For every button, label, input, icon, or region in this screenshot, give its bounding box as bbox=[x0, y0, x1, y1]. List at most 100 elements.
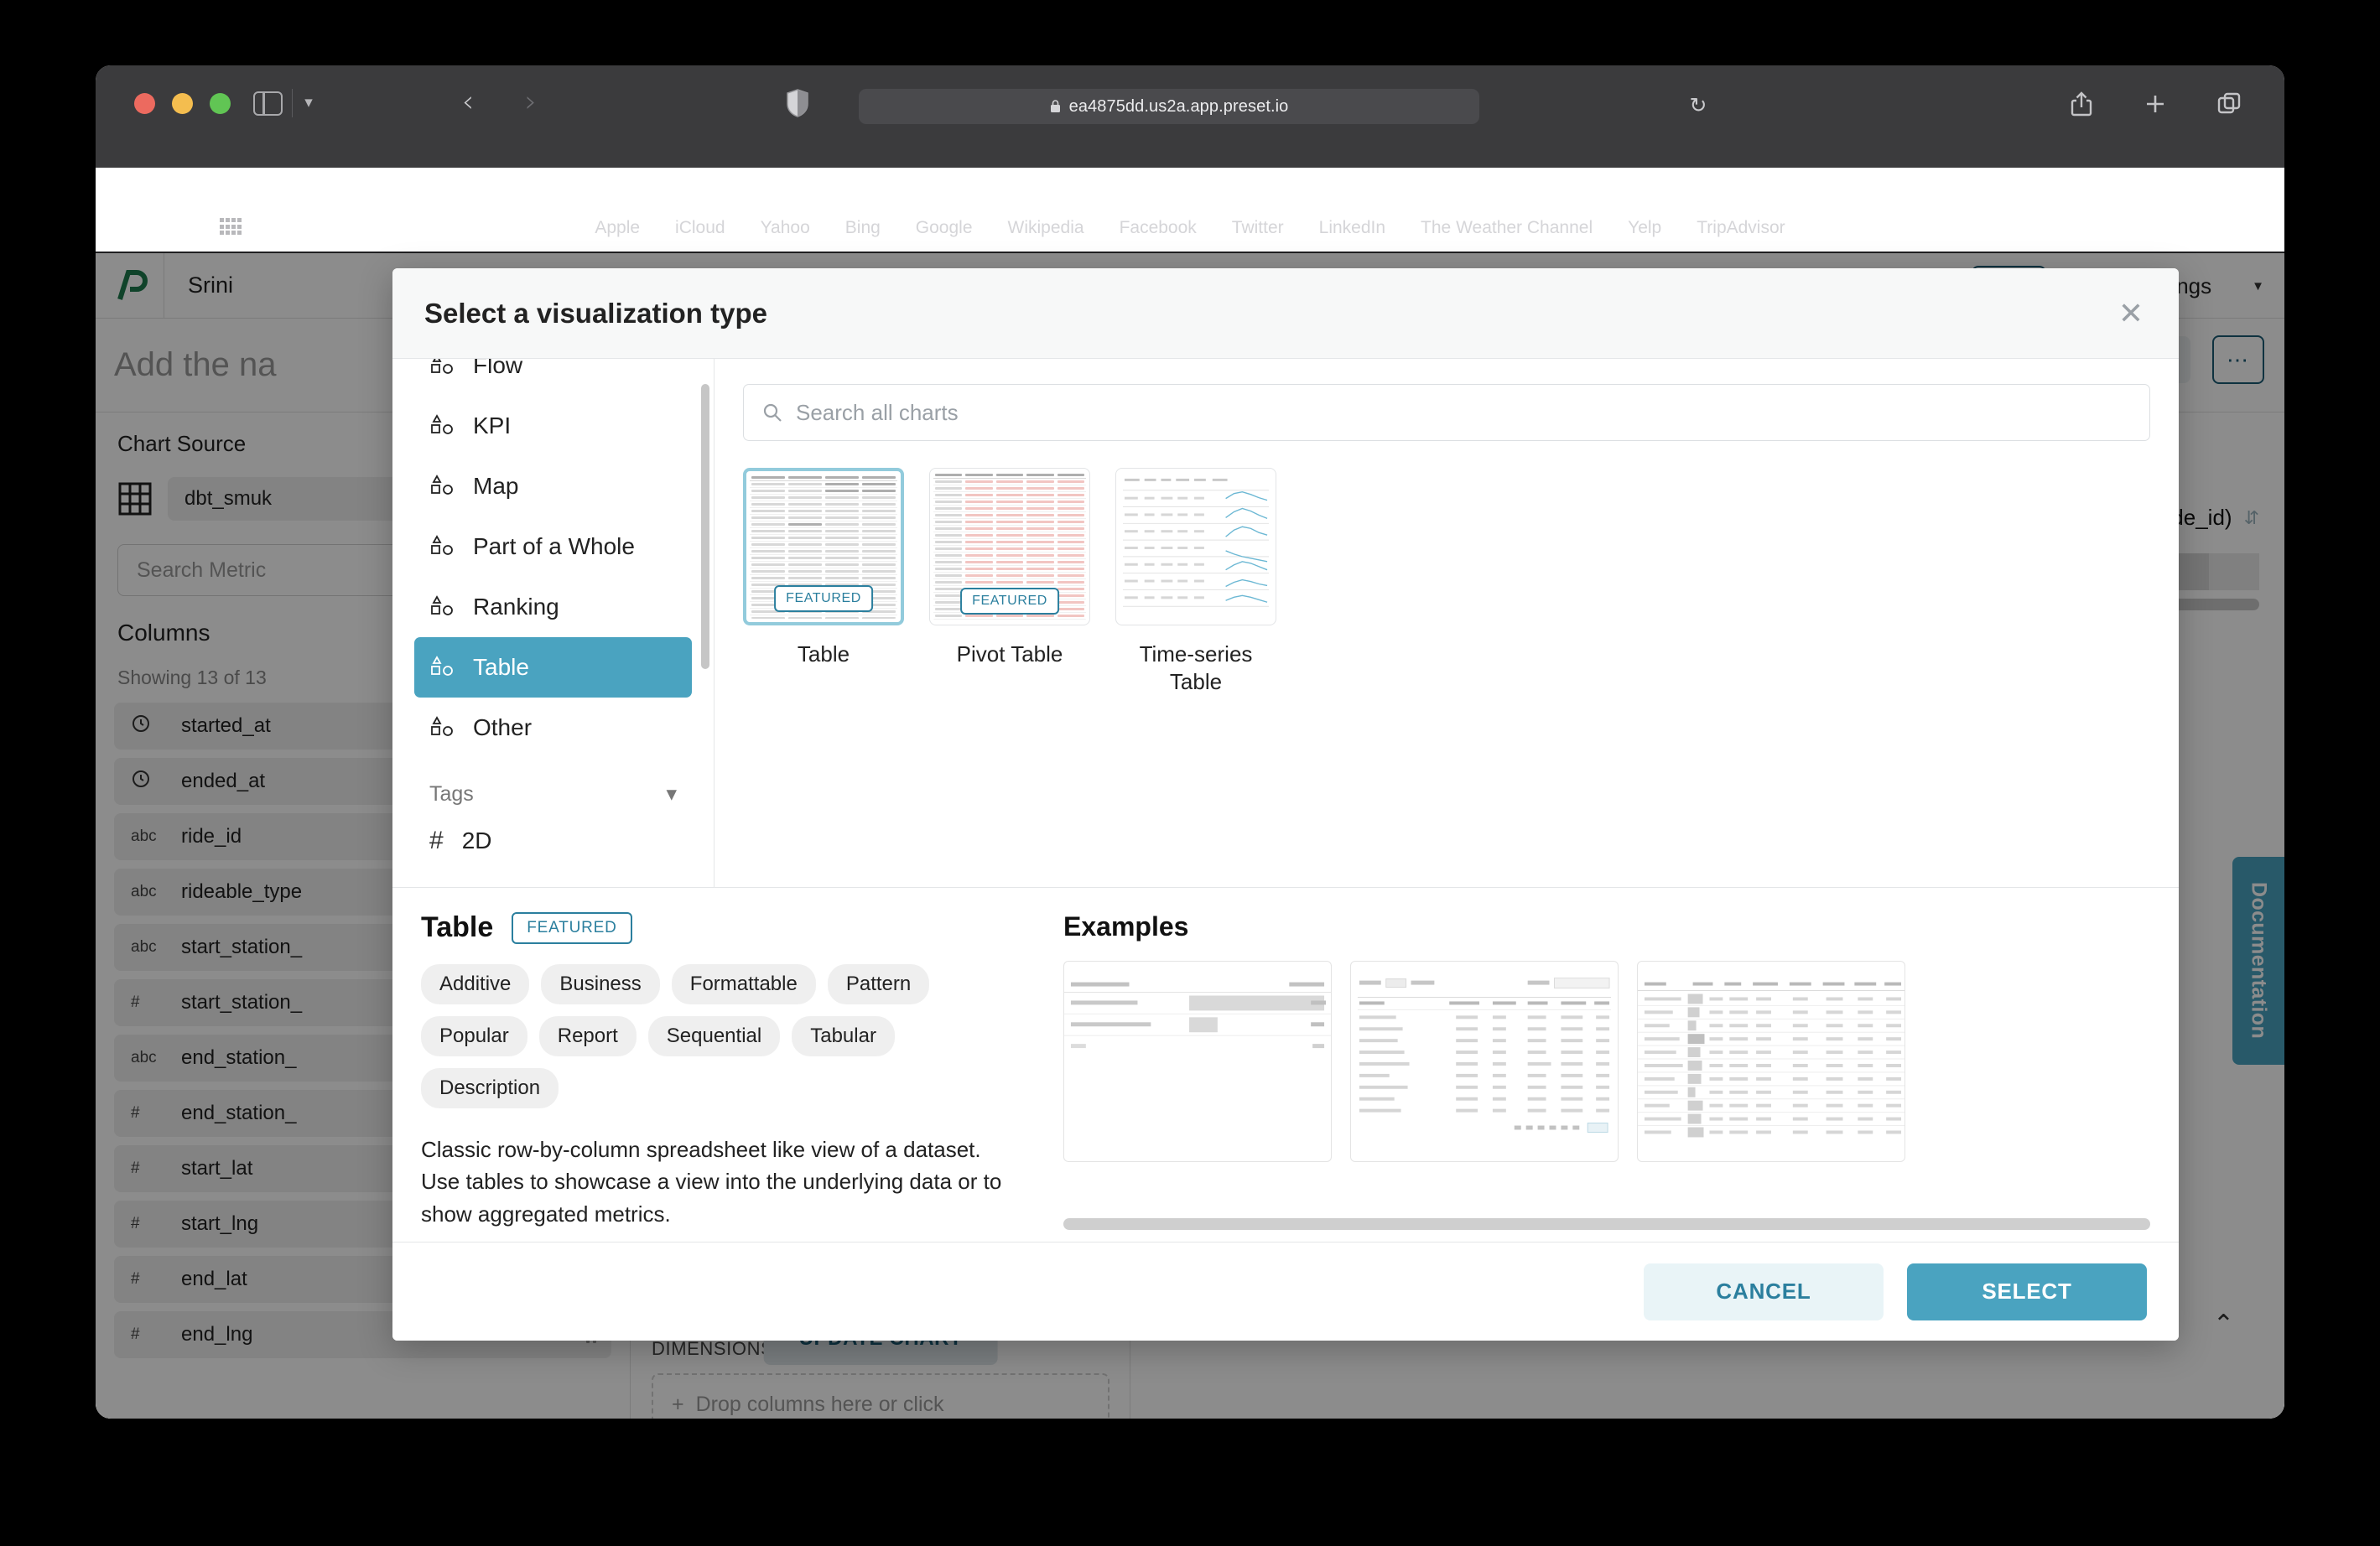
tag-pill[interactable]: Sequential bbox=[647, 1016, 781, 1056]
sidebar-item-map[interactable]: Map bbox=[414, 456, 692, 516]
sidebar-item-ranking[interactable]: Ranking bbox=[414, 577, 692, 637]
bookmark-tripadvisor[interactable]: TripAdvisor bbox=[1697, 218, 1785, 238]
sidebar-item-label: Other bbox=[473, 714, 533, 740]
detail-title-row: Table FEATURED bbox=[421, 911, 1026, 944]
forward-arrow-icon[interactable]: › bbox=[515, 87, 547, 119]
search-charts-placeholder: Search all charts bbox=[796, 399, 959, 425]
bookmark-facebook[interactable]: Facebook bbox=[1120, 218, 1197, 238]
sidebar-item-label: Part of a Whole bbox=[473, 533, 635, 559]
toolbar-divider bbox=[292, 89, 293, 117]
tag-pill[interactable]: Report bbox=[538, 1016, 637, 1056]
address-bar[interactable]: ea4875dd.us2a.app.preset.io bbox=[859, 89, 1479, 124]
chart-thumbnail[interactable]: FEATURED bbox=[929, 468, 1090, 625]
tags-label: Tags bbox=[429, 781, 474, 806]
maximize-window-button[interactable] bbox=[210, 93, 231, 114]
chart-thumbnail[interactable]: FEATURED bbox=[743, 468, 904, 625]
tags-section-header[interactable]: Tags ▾ bbox=[414, 758, 692, 815]
featured-badge: FEATURED bbox=[774, 585, 873, 612]
category-sidebar: Flow KPI Map Part of a Whole Ranking Tab… bbox=[392, 359, 715, 887]
lock-icon bbox=[1050, 100, 1061, 113]
sidebar-tag-2d[interactable]: # 2D bbox=[414, 815, 692, 867]
sidebar-item-label: Map bbox=[473, 473, 519, 499]
bookmark-wikipedia[interactable]: Wikipedia bbox=[1008, 218, 1084, 238]
chart-option-pivot-table[interactable]: FEATURED Pivot Table bbox=[929, 468, 1090, 695]
sidebar-item-part-of-a-whole[interactable]: Part of a Whole bbox=[414, 516, 692, 577]
category-scrollbar[interactable] bbox=[701, 384, 709, 669]
tag-pill[interactable]: Description bbox=[421, 1068, 559, 1108]
sidebar-item-label: KPI bbox=[473, 412, 512, 438]
sidebar-item-label: Flow bbox=[473, 359, 523, 378]
chart-thumbnail[interactable] bbox=[1115, 468, 1276, 625]
back-arrow-icon[interactable]: ‹ bbox=[452, 87, 484, 119]
modal-header: Select a visualization type ✕ bbox=[392, 268, 2179, 359]
tag-pill[interactable]: Pattern bbox=[827, 964, 930, 1004]
modal-body: Flow KPI Map Part of a Whole Ranking Tab… bbox=[392, 359, 2179, 887]
browser-window: ▾ ‹ › ea4875dd.us2a.app.preset.io ↻ Appl… bbox=[96, 65, 2284, 1419]
category-list: Flow KPI Map Part of a Whole Ranking Tab… bbox=[392, 359, 714, 867]
bookmark-yelp[interactable]: Yelp bbox=[1628, 218, 1661, 238]
tag-pill[interactable]: Formattable bbox=[671, 964, 816, 1004]
example-thumbnail[interactable] bbox=[1063, 961, 1332, 1162]
shapes-icon bbox=[429, 535, 455, 558]
cancel-button[interactable]: CANCEL bbox=[1644, 1263, 1884, 1320]
sidebar-item-label: Ranking bbox=[473, 594, 559, 620]
sidebar-item-kpi[interactable]: KPI bbox=[414, 396, 692, 456]
select-button[interactable]: SELECT bbox=[1907, 1263, 2147, 1320]
shapes-icon bbox=[429, 475, 455, 498]
chart-detail-section: Table FEATURED Additive Business Formatt… bbox=[392, 887, 2179, 1242]
sidebar-toggle-icon[interactable] bbox=[253, 91, 283, 116]
sidebar-item-flow[interactable]: Flow bbox=[414, 359, 692, 396]
shapes-icon bbox=[429, 656, 455, 679]
example-thumbnail[interactable] bbox=[1350, 961, 1619, 1162]
featured-badge: FEATURED bbox=[512, 911, 632, 944]
window-controls[interactable] bbox=[134, 93, 231, 114]
hash-icon: # bbox=[429, 827, 444, 854]
minimize-window-button[interactable] bbox=[172, 93, 193, 114]
chart-detail-info: Table FEATURED Additive Business Formatt… bbox=[392, 888, 1055, 1242]
tag-pill[interactable]: Popular bbox=[421, 1016, 527, 1056]
privacy-shield-icon[interactable] bbox=[787, 89, 808, 117]
tag-pill[interactable]: Tabular bbox=[792, 1016, 895, 1056]
reload-icon[interactable]: ↻ bbox=[1685, 92, 1712, 119]
plus-icon[interactable] bbox=[2140, 89, 2170, 119]
examples-carousel[interactable] bbox=[1063, 961, 2150, 1162]
browser-right-icons bbox=[2066, 89, 2244, 119]
tag-pill[interactable]: Business bbox=[541, 964, 660, 1004]
chart-thumbnail-grid: FEATURED Table FEATURED Pivot Table Time… bbox=[743, 468, 2150, 695]
bookmark-google[interactable]: Google bbox=[916, 218, 973, 238]
bookmark-bing[interactable]: Bing bbox=[845, 218, 881, 238]
example-thumbnail[interactable] bbox=[1637, 961, 1905, 1162]
tag-pill[interactable]: Additive bbox=[421, 964, 530, 1004]
detail-description: Classic row-by-column spreadsheet like v… bbox=[421, 1137, 1002, 1227]
share-icon[interactable] bbox=[2066, 89, 2097, 119]
detail-title: Table bbox=[421, 911, 494, 943]
chevron-down-icon[interactable]: ▾ bbox=[299, 94, 318, 112]
chevron-down-icon[interactable]: ▾ bbox=[666, 781, 677, 807]
detail-tag-list: Additive Business Formattable Pattern Po… bbox=[421, 964, 1026, 1108]
bookmark-yahoo[interactable]: Yahoo bbox=[761, 218, 810, 238]
examples-title: Examples bbox=[1063, 911, 1189, 942]
url-text: ea4875dd.us2a.app.preset.io bbox=[1068, 96, 1289, 116]
close-icon[interactable]: ✕ bbox=[2113, 296, 2149, 331]
bookmark-icloud[interactable]: iCloud bbox=[675, 218, 725, 238]
chart-option-table[interactable]: FEATURED Table bbox=[743, 468, 904, 695]
bookmarks-bar: Apple iCloud Yahoo Bing Google Wikipedia… bbox=[96, 208, 2284, 248]
shapes-icon bbox=[429, 716, 455, 739]
modal-title: Select a visualization type bbox=[424, 297, 767, 329]
chart-option-time-series-table[interactable]: Time-series Table bbox=[1115, 468, 1276, 695]
sidebar-item-table[interactable]: Table bbox=[414, 637, 692, 698]
sidebar-tag-label: 2D bbox=[461, 827, 492, 853]
shapes-icon bbox=[429, 359, 455, 377]
close-window-button[interactable] bbox=[134, 93, 155, 114]
bookmark-twitter[interactable]: Twitter bbox=[1232, 218, 1284, 238]
tab-overview-icon[interactable] bbox=[2214, 89, 2244, 119]
search-charts-input[interactable]: Search all charts bbox=[743, 384, 2150, 441]
examples-scrollbar[interactable] bbox=[1063, 1218, 2150, 1230]
bookmark-linkedin[interactable]: LinkedIn bbox=[1319, 218, 1385, 238]
chart-option-label: Time-series Table bbox=[1139, 641, 1253, 694]
sidebar-item-other[interactable]: Other bbox=[414, 698, 692, 758]
bookmark-apple[interactable]: Apple bbox=[595, 218, 640, 238]
bookmark-weather-channel[interactable]: The Weather Channel bbox=[1421, 218, 1593, 238]
chart-option-label: Pivot Table bbox=[956, 641, 1063, 667]
shapes-icon bbox=[429, 414, 455, 438]
